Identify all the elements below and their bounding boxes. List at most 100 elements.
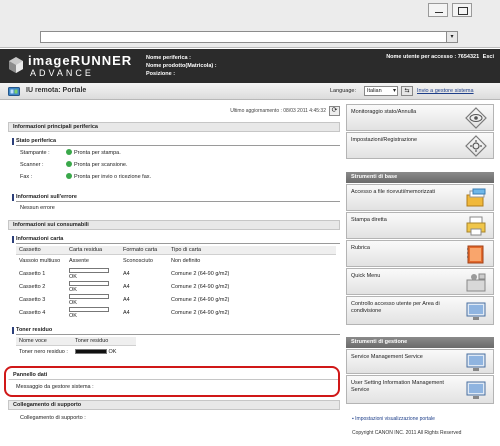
minimize-window-button[interactable]: [428, 3, 448, 17]
folder-box-icon: [466, 188, 486, 206]
paper-level-bar: [69, 294, 109, 300]
quick-menu-label: Quick Menu: [351, 273, 381, 279]
refresh-button[interactable]: ⟳: [329, 106, 340, 116]
paper-subheader: Informazioni carta: [12, 235, 340, 244]
scanner-status-icon: [66, 161, 72, 167]
paper-level-bar: [69, 281, 109, 287]
table-row: Cassetto 4 OK A4 Comune 2 (64-90 g/m2): [16, 307, 336, 320]
direct-print-label: Stampa diretta: [351, 217, 387, 223]
share-access-control-label: Controllo accesso utente per Area di con…: [351, 301, 440, 314]
toner-name: Toner nero residuo :: [19, 349, 68, 356]
paper-remaining: OK: [69, 300, 77, 306]
settings-registration-button[interactable]: Impostazioni/Registrazione: [346, 132, 494, 159]
paper-remaining: Assente: [69, 258, 89, 265]
toner-subheader: Toner residuo: [12, 326, 340, 335]
brand-title: imageRUNNER: [28, 53, 133, 68]
status-subheader: Stato periferica: [12, 137, 340, 146]
quick-menu-icon: [466, 273, 486, 291]
toner-col-remaining: Toner residuo: [72, 337, 136, 346]
data-panel-highlight: [4, 366, 340, 397]
paper-drawer: Cassetto 4: [19, 310, 46, 316]
address-dropdown-icon[interactable]: ▾: [446, 32, 457, 42]
paper-drawer: Cassetto 1: [19, 271, 46, 277]
paper-remaining: OK: [69, 287, 77, 293]
copyright-text: Copyright CANON INC. 2011 All Rights Res…: [352, 430, 462, 436]
printer-status-label: Stampante :: [20, 150, 50, 156]
paper-drawer: Vassoio multiuso: [19, 258, 61, 265]
access-files-label: Accesso a file ricevuti/memorizzati: [351, 189, 436, 195]
portal-display-settings-label: Impostazioni visualizzazione portale: [355, 416, 435, 422]
logout-link[interactable]: Esci: [483, 54, 494, 60]
language-select[interactable]: Italian: [364, 86, 398, 96]
paper-type: Comune 2 (64-90 g/m2): [171, 271, 230, 277]
maximize-window-button[interactable]: [452, 3, 472, 17]
side-panel: Monitoraggio stato/Annulla Impostazioni/…: [346, 104, 494, 438]
paper-remaining-cell: OK: [66, 307, 120, 320]
paper-type: Non definito: [171, 258, 201, 265]
imagerunner-logo-icon: [9, 57, 23, 73]
support-header: Collegamento di supporto: [8, 400, 340, 410]
settings-registration-label: Impostazioni/Registrazione: [351, 137, 418, 143]
paper-size: A4: [123, 310, 130, 316]
paper-size: A4: [123, 284, 130, 290]
service-management-button[interactable]: Service Management Service: [346, 349, 494, 374]
device-info-header: Informazioni principali periferica: [8, 122, 340, 132]
quick-menu-button[interactable]: Quick Menu: [346, 268, 494, 295]
paper-drawer: Cassetto 2: [19, 284, 46, 290]
fax-status-label: Fax :: [20, 174, 33, 180]
user-info: Nome utente per accesso : 7654321 Esci: [386, 54, 494, 60]
address-bar[interactable]: [40, 31, 458, 43]
paper-type: Comune 2 (64-90 g/m2): [171, 297, 230, 303]
language-label: Language:: [330, 88, 356, 94]
access-files-button[interactable]: Accesso a file ricevuti/memorizzati: [346, 184, 494, 211]
gear-settings-icon: [465, 134, 487, 157]
user-setting-management-label: User Setting Information Management Serv…: [351, 380, 444, 393]
scanner-status-value: Pronta per scansione.: [74, 162, 128, 168]
monitor-icon: [466, 353, 486, 371]
user-setting-management-button[interactable]: User Setting Information Management Serv…: [346, 375, 494, 404]
address-book-icon: [467, 245, 484, 263]
table-row: Cassetto 1 OK A4 Comune 2 (64-90 g/m2): [16, 268, 336, 281]
support-link-label: Collegamento di supporto :: [20, 415, 86, 421]
login-user-label: Nome utente per accesso : 7654321: [386, 54, 480, 60]
paper-remaining-cell: OK: [66, 281, 120, 294]
monitor-icon: [466, 302, 486, 320]
portal-display-settings-link[interactable]: ▪ Impostazioni visualizzazione portale: [352, 416, 435, 422]
direct-print-button[interactable]: Stampa diretta: [346, 212, 494, 239]
paper-type: Comune 2 (64-90 g/m2): [171, 284, 230, 290]
status-monitor-label: Monitoraggio stato/Annulla: [351, 109, 417, 115]
toner-table: Nome voce Toner residuo Toner nero resid…: [16, 337, 136, 359]
paper-level-bar: [69, 307, 109, 313]
paper-col-drawer: Cassetto: [16, 246, 66, 255]
consumables-header: Informazioni sui consumabili: [8, 220, 340, 230]
address-book-button[interactable]: Rubrica: [346, 240, 494, 267]
table-row: Toner nero residuo : OK: [16, 346, 136, 359]
table-row: Cassetto 2 OK A4 Comune 2 (64-90 g/m2): [16, 281, 336, 294]
error-subheader: Informazioni sull'errore: [12, 193, 340, 202]
monitor-icon: [466, 381, 486, 399]
paper-drawer: Cassetto 3: [19, 297, 46, 303]
paper-remaining: OK: [69, 274, 77, 280]
toner-table-header: Nome voce Toner residuo: [16, 337, 136, 346]
toner-col-name: Nome voce: [16, 337, 72, 346]
status-monitor-button[interactable]: Monitoraggio stato/Annulla: [346, 104, 494, 131]
printer-icon: [466, 216, 486, 235]
send-to-sysadmin-link[interactable]: Invio a gestore sistema: [417, 88, 474, 94]
paper-col-type: Tipo di carta: [168, 246, 336, 255]
paper-table-header: Cassetto Carta residua Formato carta Tip…: [16, 246, 336, 255]
device-header: imageRUNNER ADVANCE Nome periferica : No…: [0, 49, 500, 83]
paper-size: Sconosciuto: [123, 258, 153, 265]
basic-tools-header: Strumenti di base: [346, 172, 494, 183]
paper-remaining-cell: OK: [66, 268, 120, 281]
device-info: Nome periferica : Nome prodotto(Matricol…: [146, 54, 217, 78]
last-updated-text: Ultimo aggiornamento : 08/03 2011 4:45:3…: [230, 108, 326, 114]
table-row: Cassetto 3 OK A4 Comune 2 (64-90 g/m2): [16, 294, 336, 307]
product-name-label: Nome prodotto(Matricola) :: [146, 63, 217, 69]
fax-status-icon: [66, 173, 72, 179]
eye-monitor-icon: [465, 106, 487, 129]
share-access-control-button[interactable]: Controllo accesso utente per Area di con…: [346, 296, 494, 325]
toner-remaining-cell: OK: [72, 346, 136, 359]
language-apply-button[interactable]: ⇆: [401, 86, 413, 96]
paper-remaining-cell: OK: [66, 294, 120, 307]
toner-remaining: OK: [108, 349, 117, 356]
